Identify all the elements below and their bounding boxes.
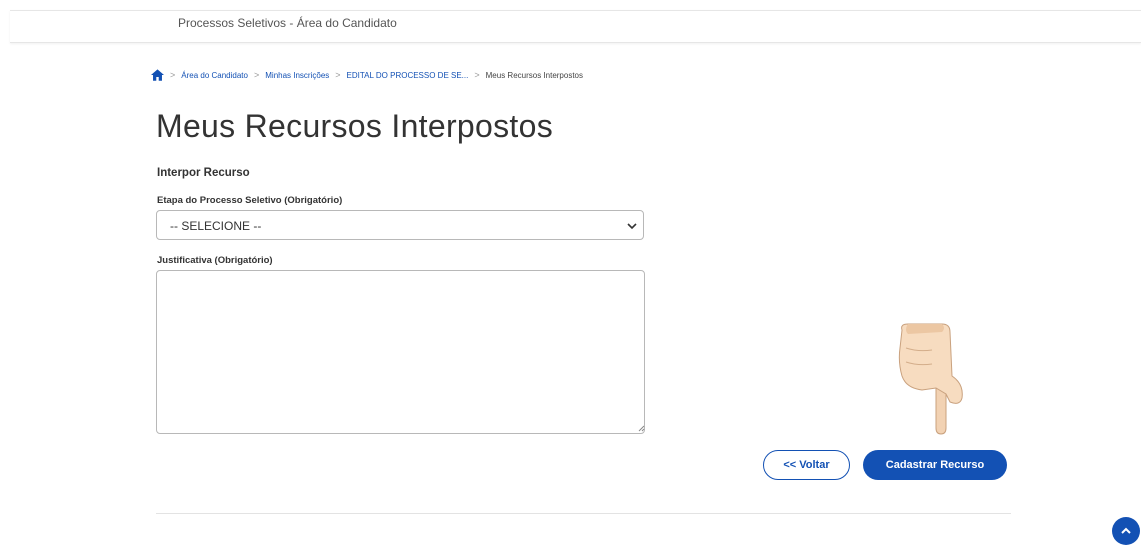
breadcrumb-item-minhas-inscricoes[interactable]: Minhas Inscrições <box>265 71 329 80</box>
back-button[interactable]: << Voltar <box>763 450 850 480</box>
chevron-down-icon <box>627 223 637 230</box>
chevron-right-icon: > <box>170 70 176 80</box>
chevron-right-icon: > <box>335 70 341 80</box>
chevron-up-icon <box>1121 527 1131 534</box>
footer-divider <box>156 513 1011 514</box>
page-title: Meus Recursos Interpostos <box>156 108 553 144</box>
chevron-right-icon: > <box>253 70 260 80</box>
etapa-select[interactable]: -- SELECIONE -- <box>156 210 644 240</box>
section-title: Interpor Recurso <box>157 167 250 179</box>
justificativa-label: Justificativa (Obrigatório) <box>157 255 273 266</box>
pointing-hand-icon <box>898 323 963 435</box>
submit-recurso-button[interactable]: Cadastrar Recurso <box>863 450 1007 480</box>
breadcrumb: > Área do Candidato > Minhas Inscrições … <box>151 67 583 83</box>
breadcrumb-item-current: Meus Recursos Interpostos <box>485 70 583 80</box>
etapa-select-value: -- SELECIONE -- <box>170 219 262 233</box>
resize-handle-icon[interactable] <box>638 425 645 432</box>
breadcrumb-item-area-candidato[interactable]: Área do Candidato <box>181 71 248 80</box>
etapa-label: Etapa do Processo Seletivo (Obrigatório) <box>157 195 343 206</box>
chevron-right-icon: > <box>474 70 480 80</box>
app-title: Processos Seletivos - Área do Candidato <box>178 16 397 30</box>
breadcrumb-item-edital[interactable]: EDITAL DO PROCESSO DE SE... <box>347 71 469 80</box>
justificativa-textarea[interactable] <box>156 270 645 434</box>
home-icon[interactable] <box>151 69 164 81</box>
top-header-bar: Processos Seletivos - Área do Candidato <box>10 10 1141 43</box>
